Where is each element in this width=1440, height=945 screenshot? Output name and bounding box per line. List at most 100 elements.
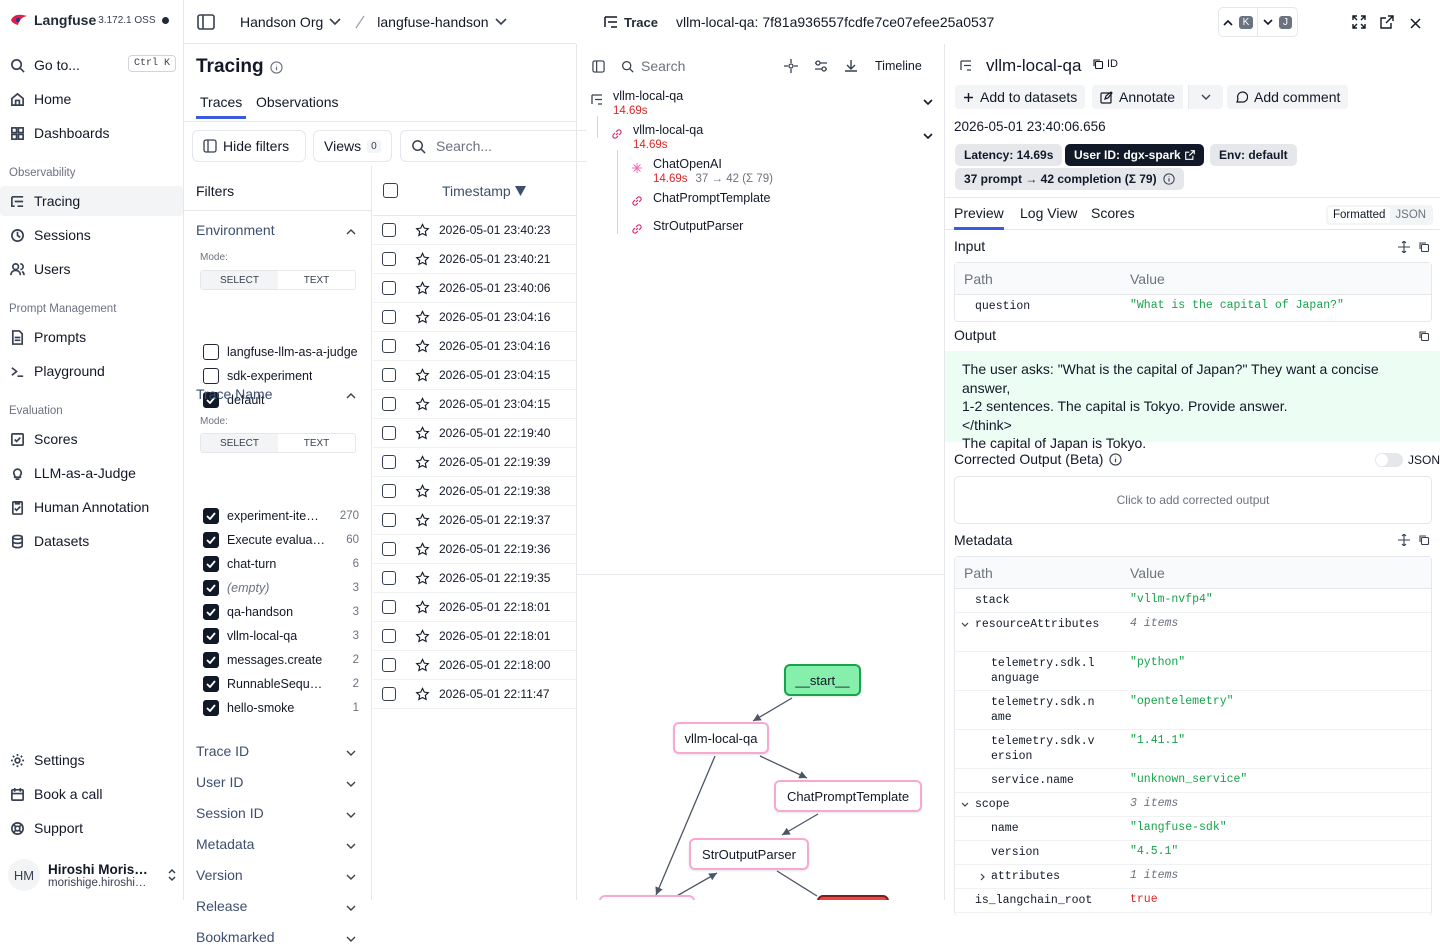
sidebar-item-prompts[interactable]: Prompts — [8, 322, 176, 352]
col-timestamp[interactable]: Timestamp — [442, 183, 511, 199]
checkbox[interactable] — [203, 556, 219, 572]
tree-node-trace[interactable]: vllm-local-qa 14.69s — [613, 89, 683, 117]
sidebar-item-scores[interactable]: Scores — [8, 424, 176, 454]
filter-option[interactable]: sdk-experiment — [203, 368, 363, 384]
star-icon[interactable] — [415, 570, 430, 586]
filter-section-header[interactable]: Bookmarked — [196, 929, 275, 945]
chevron-right-icon[interactable] — [980, 873, 986, 881]
mode-select[interactable]: SELECT — [201, 434, 278, 452]
format-formatted[interactable]: Formatted — [1328, 207, 1391, 223]
table-row[interactable]: 2026-05-01 23:40:06 — [373, 274, 576, 303]
star-icon[interactable] — [415, 338, 430, 354]
table-row[interactable]: 2026-05-01 22:19:35 — [373, 564, 576, 593]
brand[interactable]: Langfuse 3.172.1 OSS — [10, 12, 169, 28]
sidebar-item-settings[interactable]: Settings — [8, 745, 176, 775]
graph-node-vllm-local-qa[interactable]: vllm-local-qa — [673, 722, 769, 754]
chevron-down-icon[interactable] — [346, 810, 356, 820]
filter-option[interactable]: (empty) 3 — [203, 580, 363, 596]
chevron-down-icon[interactable] — [923, 99, 933, 106]
star-icon[interactable] — [415, 396, 430, 412]
table-row[interactable]: question "What is the capital of Japan?" — [955, 295, 1431, 321]
add-to-datasets-button[interactable]: Add to datasets — [955, 85, 1086, 109]
user-id-badge[interactable]: User ID: dgx-spark — [1065, 144, 1204, 166]
table-row[interactable]: is_langchain_root true — [955, 889, 1431, 913]
chevron-down-icon[interactable] — [329, 17, 341, 26]
chevron-down-icon[interactable] — [346, 779, 356, 789]
star-icon[interactable] — [415, 512, 430, 528]
row-checkbox[interactable] — [382, 339, 396, 353]
mode-text[interactable]: TEXT — [278, 271, 355, 289]
tab-observations[interactable]: Observations — [252, 94, 342, 116]
search-input[interactable]: Search... — [436, 138, 492, 154]
table-row[interactable]: 2026-05-01 23:04:16 — [373, 303, 576, 332]
filter-trace-name-header[interactable]: Trace Name — [196, 386, 273, 402]
sidebar-item-sessions[interactable]: Sessions — [8, 220, 176, 250]
select-all-checkbox[interactable] — [383, 183, 398, 198]
row-checkbox[interactable] — [382, 455, 396, 469]
table-row[interactable]: 2026-05-01 22:19:36 — [373, 535, 576, 564]
checkbox[interactable] — [203, 368, 219, 384]
close-icon[interactable] — [1410, 18, 1421, 29]
external-link-icon[interactable] — [1380, 15, 1394, 29]
chevron-down-icon[interactable] — [495, 17, 507, 26]
sidebar-item-datasets[interactable]: Datasets — [8, 526, 176, 556]
mode-toggle[interactable]: SELECT TEXT — [200, 433, 356, 453]
sliders-icon[interactable] — [814, 59, 828, 73]
graph-node-end[interactable] — [817, 895, 889, 900]
checkbox[interactable] — [203, 604, 219, 620]
row-checkbox[interactable] — [382, 687, 396, 701]
filter-option[interactable]: Execute evaluat… 60 — [203, 532, 363, 548]
tree-node-span[interactable]: vllm-local-qa 14.69s — [633, 123, 703, 151]
copy-id-button[interactable]: ID — [1092, 58, 1118, 70]
table-row[interactable]: version "4.5.1" — [955, 841, 1431, 865]
star-icon[interactable] — [415, 628, 430, 644]
table-row[interactable]: resourceAttributes 4 items — [955, 613, 1431, 652]
prev-trace-button[interactable]: K — [1219, 8, 1259, 36]
format-json[interactable]: JSON — [1390, 207, 1431, 223]
info-icon[interactable] — [1162, 173, 1175, 185]
annotate-button[interactable]: Annotate — [1092, 85, 1184, 109]
filter-section-header[interactable]: Metadata — [196, 836, 254, 852]
chevron-down-icon[interactable] — [346, 872, 356, 882]
json-toggle[interactable] — [1375, 453, 1403, 467]
graph-node-start[interactable]: __start__ — [784, 664, 861, 696]
table-row[interactable]: 2026-05-01 23:04:15 — [373, 361, 576, 390]
table-row[interactable]: 2026-05-01 22:18:00 — [373, 651, 576, 680]
table-row[interactable]: scope 3 items — [955, 793, 1431, 817]
star-icon[interactable] — [415, 686, 430, 702]
table-row[interactable]: 2026-05-01 22:18:01 — [373, 593, 576, 622]
filter-option[interactable]: messages.create 2 — [203, 652, 363, 668]
filter-option[interactable]: langfuse-llm-as-a-judge — [203, 344, 363, 360]
tree-node-span[interactable]: StrOutputParser — [653, 219, 743, 233]
sidebar-item-llm-as-a-judge[interactable]: LLM-as-a-Judge — [8, 458, 176, 488]
tab-scores[interactable]: Scores — [1091, 205, 1135, 221]
next-trace-button[interactable]: J — [1258, 8, 1297, 36]
row-checkbox[interactable] — [382, 223, 396, 237]
tree-search-input[interactable]: Search — [641, 58, 781, 74]
table-row[interactable]: service.name "unknown_service" — [955, 769, 1431, 793]
expand-icon[interactable] — [1398, 241, 1410, 253]
mode-toggle[interactable]: SELECT TEXT — [200, 270, 356, 290]
sidebar-item-home[interactable]: Home — [8, 84, 176, 114]
filter-section-header[interactable]: Trace ID — [196, 743, 249, 759]
table-row[interactable]: 2026-05-01 23:04:16 — [373, 332, 576, 361]
table-row[interactable]: attributes 1 items — [955, 865, 1431, 889]
views-button[interactable]: Views 0 — [313, 130, 392, 162]
filter-option[interactable]: hello-smoke 1 — [203, 700, 363, 716]
star-icon[interactable] — [415, 309, 430, 325]
hide-filters-button[interactable]: Hide filters — [192, 130, 306, 162]
crosshair-icon[interactable] — [784, 59, 798, 73]
add-comment-button[interactable]: Add comment — [1227, 85, 1349, 109]
graph-node-chatprompttemplate[interactable]: ChatPromptTemplate — [774, 780, 922, 812]
checkbox[interactable] — [203, 508, 219, 524]
sidebar-item-book-call[interactable]: Book a call — [8, 779, 176, 809]
row-checkbox[interactable] — [382, 513, 396, 527]
checkbox[interactable] — [203, 580, 219, 596]
chevron-down-icon[interactable] — [346, 934, 356, 944]
copy-icon[interactable] — [1418, 534, 1430, 546]
chevron-down-icon[interactable] — [961, 622, 969, 628]
filter-option[interactable]: chat-turn 6 — [203, 556, 363, 572]
sidebar-toggle-icon[interactable] — [197, 13, 215, 30]
corrected-output-input[interactable]: Click to add corrected output — [954, 476, 1432, 524]
chevron-down-icon[interactable] — [346, 903, 356, 913]
